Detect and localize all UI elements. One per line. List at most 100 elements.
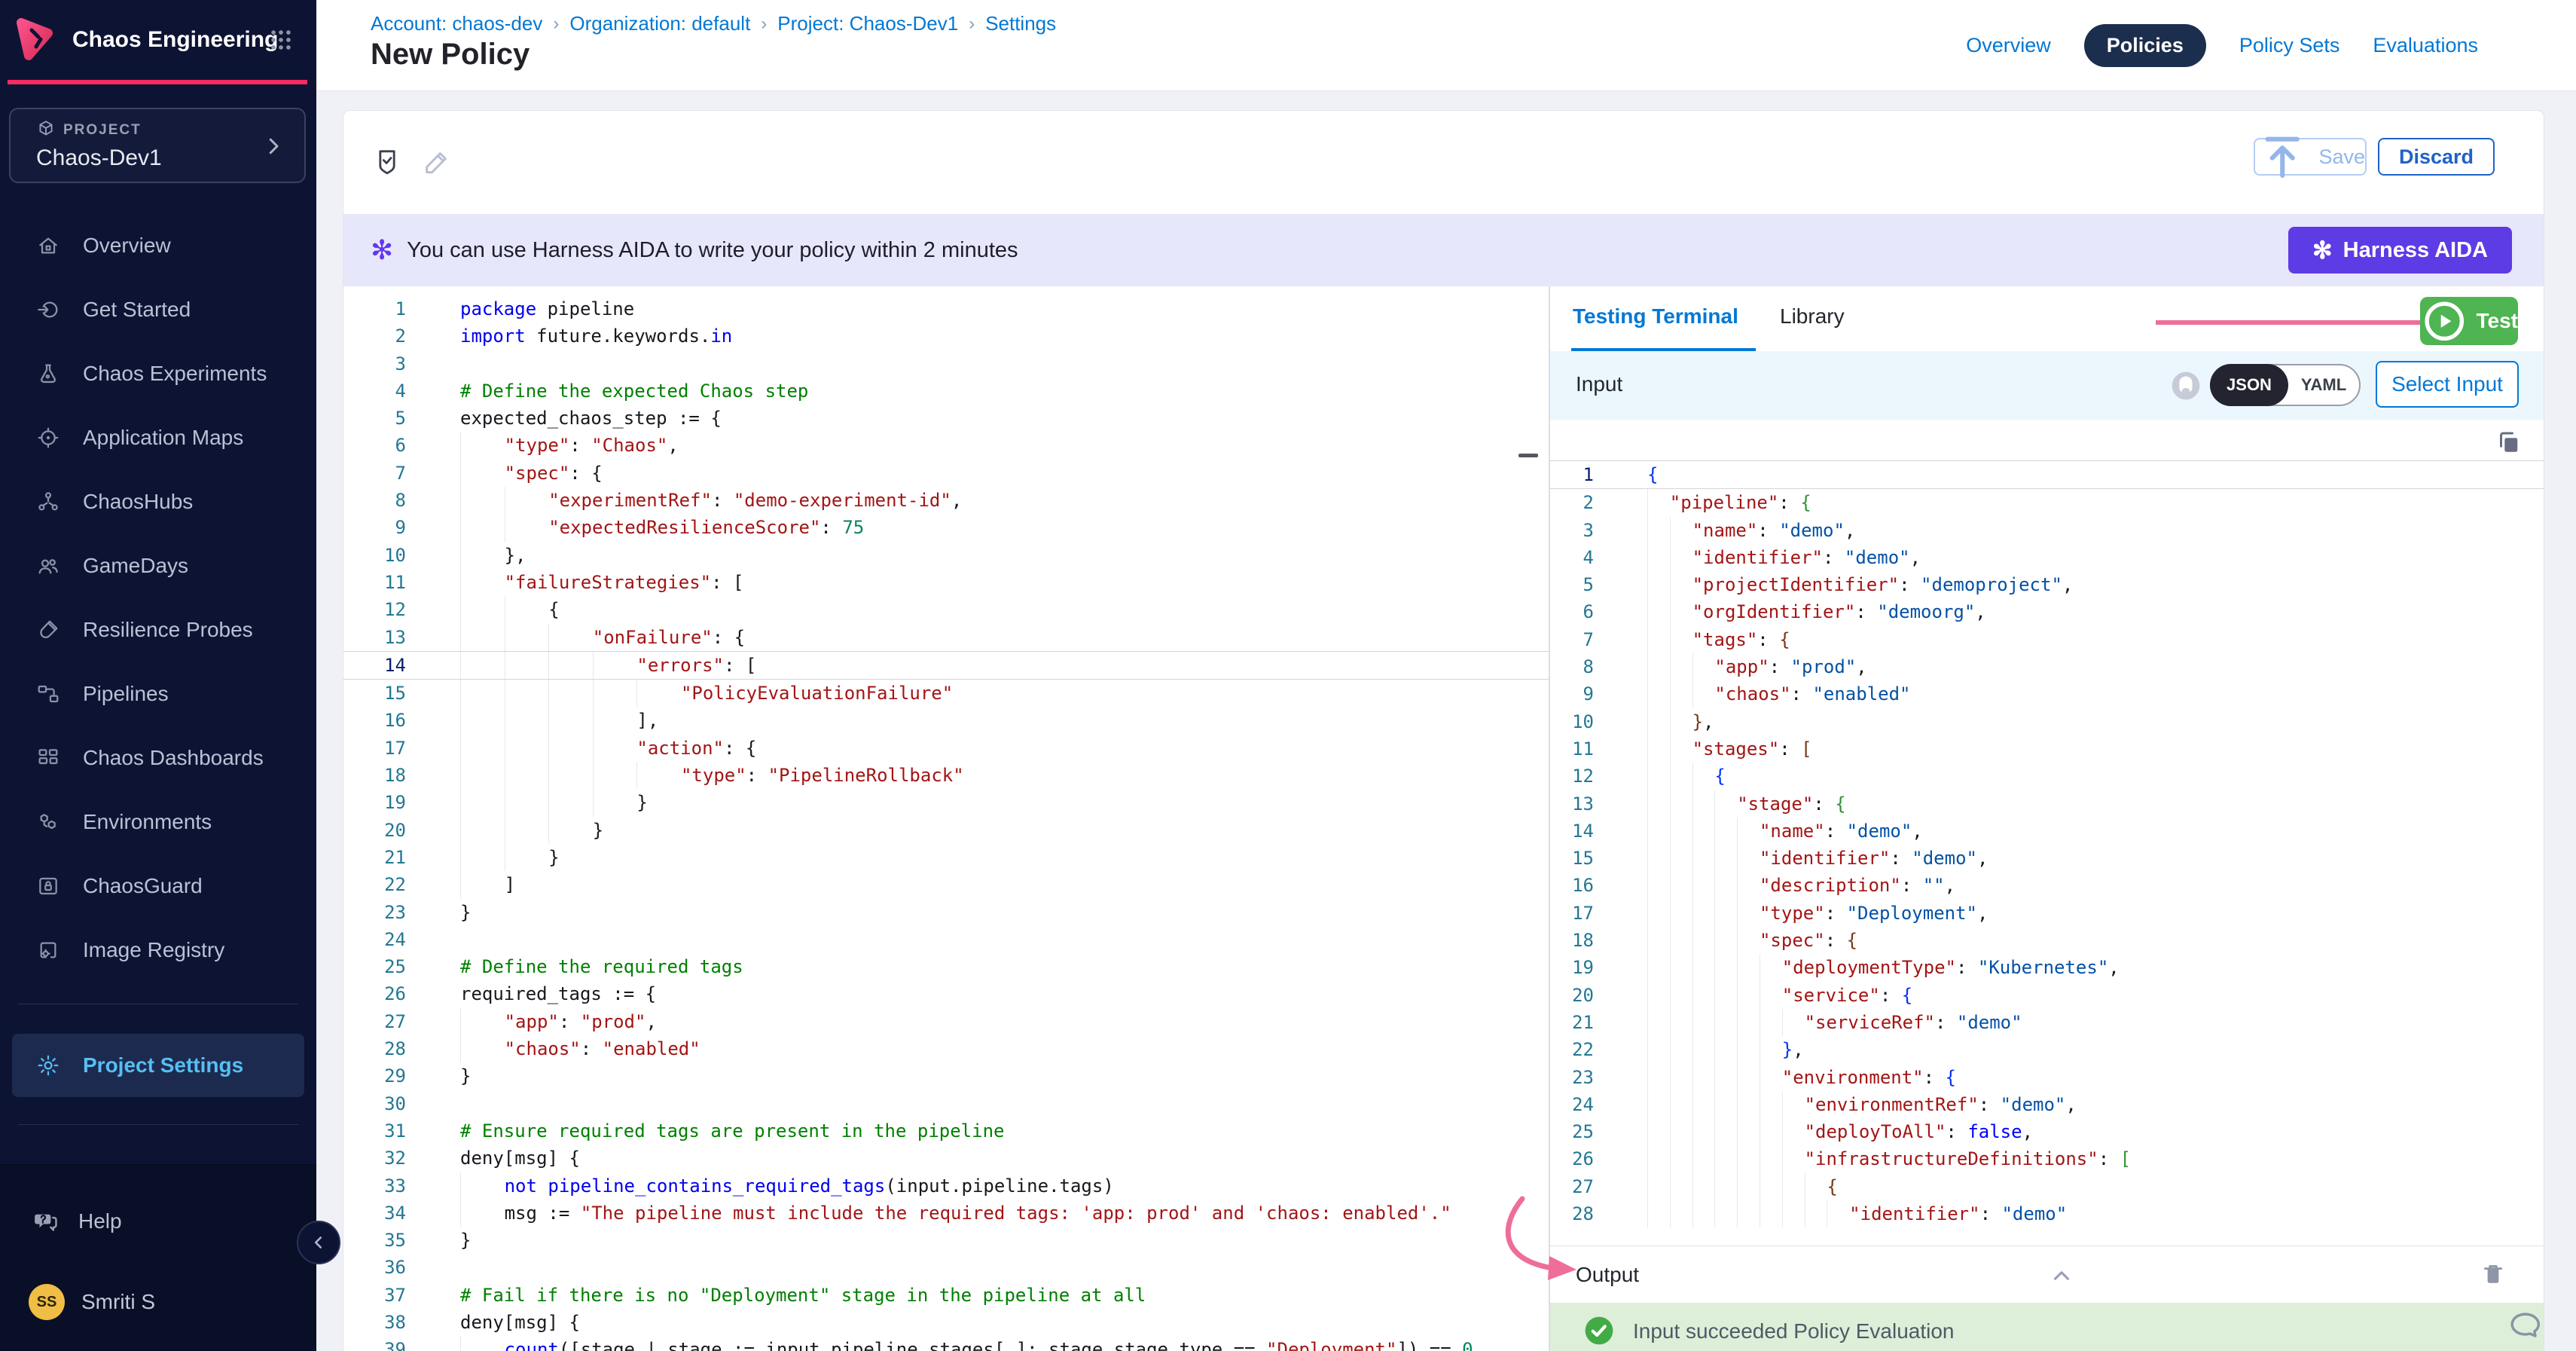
line-number: 38 — [343, 1309, 430, 1336]
indent-guide — [1670, 790, 1692, 818]
select-input-button[interactable]: Select Input — [2376, 361, 2519, 408]
copy-icon[interactable] — [2495, 429, 2523, 456]
format-toggle[interactable]: JSON YAML — [2210, 364, 2361, 406]
code-text: "action": { — [430, 735, 756, 762]
harness-aida-button[interactable]: ✻ Harness AIDA — [2288, 227, 2512, 274]
header-tab-overview[interactable]: Overview — [1966, 34, 2051, 57]
indent-guide — [1670, 1036, 1692, 1063]
test-button[interactable]: Test — [2420, 297, 2518, 345]
sidebar-item-image-registry[interactable]: Image Registry — [0, 918, 316, 982]
code-line: 3"name": "demo", — [1550, 517, 2544, 544]
indent-guide — [1647, 1036, 1670, 1063]
line-number: 25 — [343, 953, 430, 980]
indent-guide — [1737, 845, 1760, 872]
toggle-json[interactable]: JSON — [2210, 364, 2288, 406]
chevron-up-icon[interactable] — [2049, 1263, 2074, 1288]
input-code-editor[interactable]: 1{2"pipeline": {3"name": "demo",4"identi… — [1550, 460, 2544, 1244]
indent-guide — [1714, 818, 1737, 845]
sidebar-item-pipelines[interactable]: Pipelines — [0, 662, 316, 726]
discard-button[interactable]: Discard — [2378, 138, 2495, 176]
indent-guide — [1647, 489, 1670, 516]
help-button[interactable]: Help — [33, 1209, 122, 1234]
header-tab-evaluations[interactable]: Evaluations — [2373, 34, 2478, 57]
indent-guide — [1647, 680, 1670, 708]
flask-icon — [36, 362, 60, 386]
sidebar-item-project-settings[interactable]: Project Settings — [12, 1034, 304, 1097]
breadcrumb-link[interactable]: Project: Chaos-Dev1 — [777, 12, 958, 35]
sidebar-item-resilience-probes[interactable]: Resilience Probes — [0, 598, 316, 662]
code-line: 23} — [343, 899, 1549, 926]
code-text: "errors": [ — [430, 652, 756, 679]
code-text: } — [430, 1227, 471, 1254]
tab-library[interactable]: Library — [1780, 304, 1845, 329]
code-text: # Fail if there is no "Deployment" stage… — [430, 1282, 1146, 1309]
indent-guide — [1760, 1173, 1782, 1200]
breadcrumb-link[interactable]: Account: chaos-dev — [371, 12, 542, 35]
indent-guide — [460, 844, 505, 871]
code-text: "serviceRef": "demo" — [1613, 1009, 2022, 1036]
page-header: Account: chaos-dev›Organization: default… — [316, 0, 2576, 91]
sidebar-item-overview[interactable]: Overview — [0, 213, 316, 277]
line-number: 1 — [1550, 461, 1613, 488]
input-label: Input — [1576, 372, 1622, 396]
code-text — [430, 1090, 460, 1117]
indent-guide — [1714, 954, 1737, 981]
input-section-header: Input JSON YAML Select Input — [1550, 351, 2544, 420]
indent-guide — [1692, 818, 1715, 845]
project-selector[interactable]: PROJECT Chaos-Dev1 — [9, 108, 306, 183]
code-text: "type": "PipelineRollback" — [430, 762, 964, 789]
breadcrumb-link[interactable]: Organization: default — [569, 12, 750, 35]
sidebar-item-chaos-experiments[interactable]: Chaos Experiments — [0, 341, 316, 405]
indent-guide — [1647, 708, 1670, 735]
toggle-yaml[interactable]: YAML — [2288, 365, 2359, 405]
code-text — [430, 1254, 460, 1281]
sidebar-item-chaos-dashboards[interactable]: Chaos Dashboards — [0, 726, 316, 790]
sidebar-collapse-button[interactable] — [297, 1221, 340, 1264]
indent-guide — [460, 1008, 505, 1035]
sidebar-item-get-started[interactable]: Get Started — [0, 277, 316, 341]
validate-policy-icon[interactable] — [372, 142, 402, 182]
code-text: "projectIdentifier": "demoproject", — [1613, 571, 2073, 598]
sidebar-item-application-maps[interactable]: Application Maps — [0, 405, 316, 469]
breadcrumb-link[interactable]: Settings — [985, 12, 1056, 35]
code-text: "PolicyEvaluationFailure" — [430, 680, 953, 707]
sidebar-item-environments[interactable]: Environments — [0, 790, 316, 854]
indent-guide — [505, 624, 549, 651]
indent-guide — [1737, 872, 1760, 899]
policy-code-editor[interactable]: 1package pipeline2import future.keywords… — [343, 286, 1549, 1351]
header-tab-policies[interactable]: Policies — [2084, 24, 2206, 67]
support-chat-icon[interactable] — [2508, 1307, 2541, 1340]
line-number: 22 — [343, 871, 430, 898]
edit-name-icon[interactable] — [422, 142, 452, 182]
indent-guide — [1782, 1009, 1805, 1036]
code-line: 39count([stage | stage := input.pipeline… — [343, 1336, 1549, 1351]
code-text: msg := "The pipeline must include the re… — [430, 1200, 1451, 1227]
module-switcher-icon[interactable] — [268, 27, 294, 53]
sidebar-item-chaosguard[interactable]: ChaosGuard — [0, 854, 316, 918]
line-number: 2 — [343, 322, 430, 350]
indent-guide — [460, 1336, 505, 1351]
sparkle-icon: ✻ — [2312, 238, 2333, 262]
code-text: { — [1613, 763, 1726, 790]
indent-guide — [1670, 571, 1692, 598]
sidebar-item-chaoshubs[interactable]: ChaosHubs — [0, 469, 316, 533]
indent-guide — [505, 514, 549, 541]
indent-guide — [460, 1035, 505, 1062]
code-text: "chaos": "enabled" — [430, 1035, 700, 1062]
user-menu[interactable]: SS Smriti S — [29, 1284, 155, 1320]
split-drag-handle[interactable] — [1518, 454, 1538, 457]
header-tab-policy-sets[interactable]: Policy Sets — [2239, 34, 2340, 57]
indent-guide — [1692, 1009, 1715, 1036]
line-number: 16 — [1550, 872, 1613, 899]
indent-guide — [460, 762, 505, 789]
users-icon — [36, 554, 60, 578]
code-line: 20} — [343, 817, 1549, 844]
indent-guide — [548, 789, 593, 816]
opa-logo-icon[interactable] — [2169, 369, 2202, 402]
tab-testing-terminal[interactable]: Testing Terminal — [1573, 304, 1738, 329]
code-line: 9"chaos": "enabled" — [1550, 680, 2544, 708]
save-button[interactable]: Save — [2254, 138, 2367, 176]
indent-guide — [505, 652, 549, 679]
trash-icon[interactable] — [2480, 1261, 2506, 1287]
sidebar-item-gamedays[interactable]: GameDays — [0, 533, 316, 598]
